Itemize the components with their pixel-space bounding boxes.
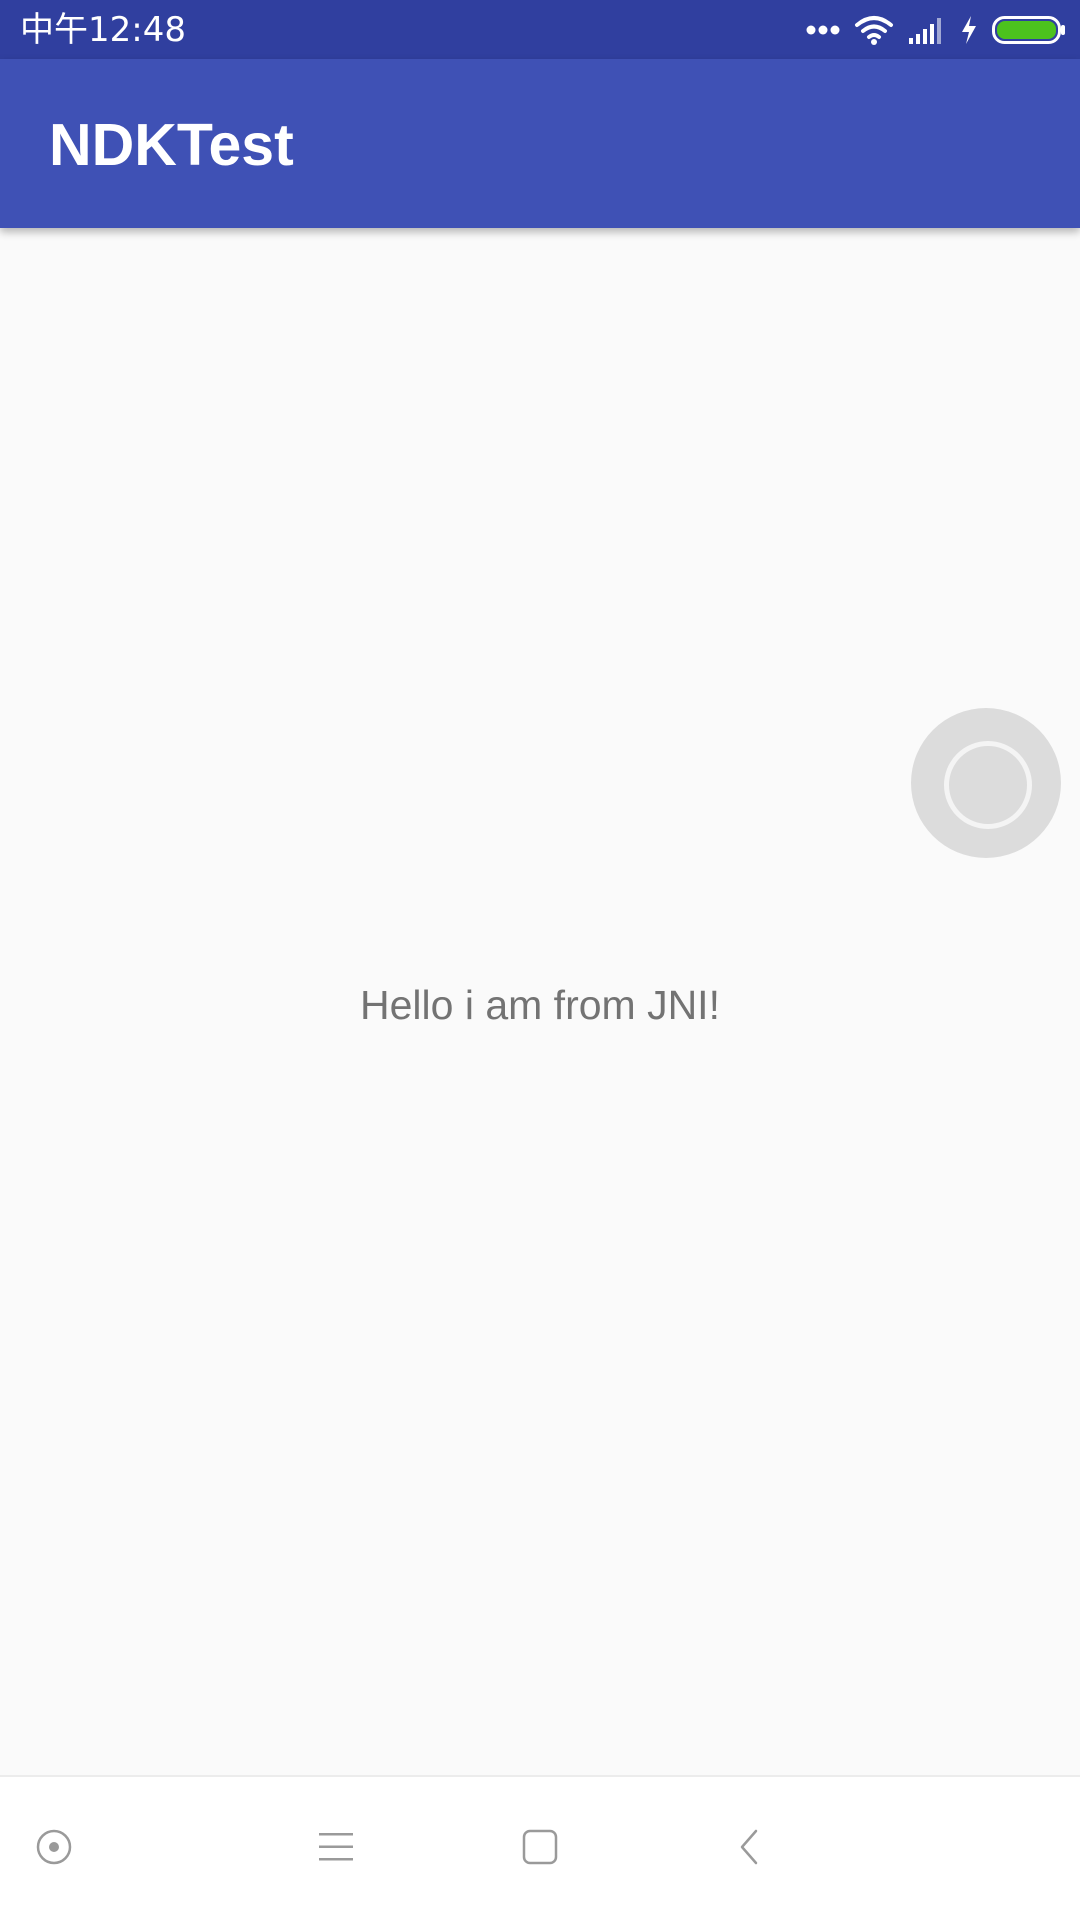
home-button[interactable] (490, 1799, 590, 1899)
main-content: Hello i am from JNI! (0, 228, 1080, 1775)
floating-assistive-ball[interactable] (911, 708, 1061, 858)
status-icons (806, 8, 1066, 52)
charging-bolt-icon (960, 15, 978, 45)
menu-icon (316, 1830, 356, 1868)
back-button[interactable] (699, 1799, 799, 1899)
app-title: NDKTest (49, 112, 294, 178)
menu-button[interactable] (286, 1799, 386, 1899)
more-dots-icon (806, 24, 840, 36)
screen-record-icon (34, 1827, 74, 1871)
navigation-bar (0, 1775, 1080, 1920)
hello-message: Hello i am from JNI! (360, 982, 720, 1028)
status-time: 中午12:48 (20, 10, 186, 50)
signal-icon (908, 16, 946, 44)
app-bar: NDKTest (0, 59, 1080, 228)
home-icon (520, 1827, 560, 1871)
back-icon (734, 1827, 764, 1871)
assistive-ball-icon (944, 741, 1032, 829)
screen-record-button[interactable] (4, 1799, 104, 1899)
battery-icon (992, 15, 1066, 45)
status-bar: 中午12:48 (0, 0, 1080, 59)
screen: 中午12:48 NDKTest Hello i am from JNI! (0, 0, 1080, 1920)
wifi-icon (854, 14, 894, 46)
